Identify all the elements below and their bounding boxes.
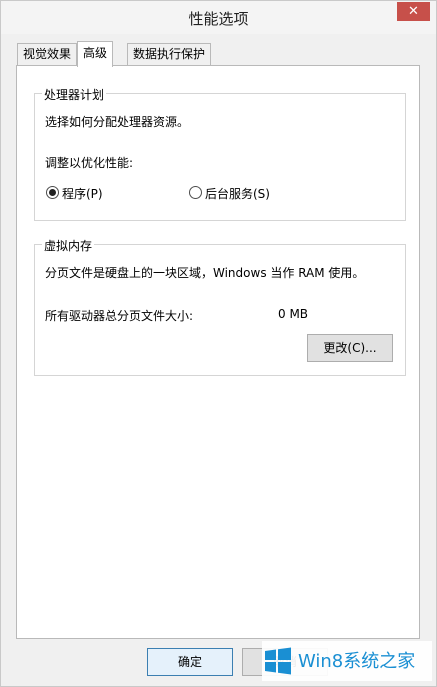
close-button[interactable]: ✕ — [397, 2, 430, 21]
adjust-performance-label: 调整以优化性能: — [45, 156, 134, 170]
ok-button[interactable]: 确定 — [147, 648, 233, 676]
processor-description: 选择如何分配处理器资源。 — [45, 115, 190, 129]
virtual-memory-group: 虚拟内存 分页文件是硬盘上的一块区域，Windows 当作 RAM 使用。 所有… — [34, 237, 406, 376]
watermark-text: Win8系统之家 — [298, 651, 416, 672]
windows-logo-icon — [265, 647, 291, 675]
total-paging-size-label: 所有驱动器总分页文件大小: — [45, 309, 194, 323]
tab-data-execution-prevention[interactable]: 数据执行保护 — [127, 43, 212, 65]
change-virtual-memory-button[interactable]: 更改(C)... — [307, 334, 393, 362]
background-services-radio-label[interactable]: 后台服务(S) — [205, 185, 270, 202]
total-paging-size-value: 0 MB — [278, 307, 309, 321]
programs-radio-label[interactable]: 程序(P) — [62, 185, 103, 202]
window-title: 性能选项 — [188, 10, 249, 28]
performance-options-dialog: 性能选项 ✕ 视觉效果 高级 数据执行保护 处理器计划 选择如何分配处理器资源。… — [0, 0, 437, 687]
radio-selected-dot — [49, 189, 56, 196]
virtual-memory-title: 虚拟内存 — [42, 237, 95, 254]
paging-file-description: 分页文件是硬盘上的一块区域，Windows 当作 RAM 使用。 — [45, 266, 365, 280]
processor-scheduling-title: 处理器计划 — [42, 86, 107, 103]
programs-radio[interactable] — [46, 186, 59, 199]
tab-visual-effects[interactable]: 视觉效果 — [17, 43, 78, 65]
watermark: Win8系统之家 — [262, 641, 432, 681]
processor-scheduling-group: 处理器计划 选择如何分配处理器资源。 调整以优化性能: 程序(P) 后台服务(S… — [34, 86, 406, 221]
title-bar: 性能选项 ✕ — [1, 1, 436, 34]
background-services-radio[interactable] — [189, 186, 202, 199]
tab-advanced[interactable]: 高级 — [77, 41, 114, 67]
advanced-tab-panel: 处理器计划 选择如何分配处理器资源。 调整以优化性能: 程序(P) 后台服务(S… — [16, 65, 420, 639]
